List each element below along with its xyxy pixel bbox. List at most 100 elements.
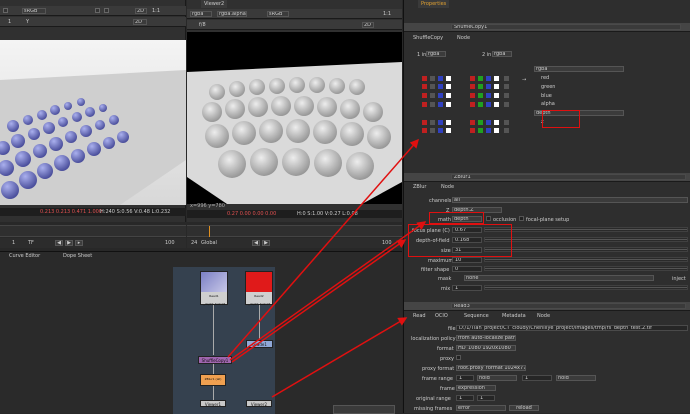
in2-dropdown[interactable]: rgba — [492, 51, 512, 57]
mode-2d-dropdown[interactable]: 2D — [135, 8, 147, 14]
node-viewer1[interactable]: Viewer1 — [200, 400, 226, 407]
filter-slider[interactable] — [484, 266, 688, 271]
node-read2[interactable]: Read2 _depth_test.tif — [245, 271, 273, 306]
zoom-label-right[interactable]: 1:1 — [383, 12, 391, 17]
file-input[interactable]: D:/1/Tian_project/CT_cloudy/Chenlliye_pr… — [456, 325, 688, 331]
hsv-readout-right: H:0 S:1.00 V:0.27 L:0.08 — [297, 211, 358, 217]
play-button-right[interactable]: ▶ — [262, 240, 270, 246]
fps-label[interactable]: 24 — [191, 241, 197, 246]
node-viewer2-label: Viewer2 — [250, 402, 268, 407]
timeline-left[interactable] — [0, 225, 186, 237]
read3-node-name[interactable]: Read3 — [451, 303, 686, 309]
shuffle-header: ShuffleCopy1 — [404, 23, 690, 32]
mask-dropdown[interactable]: none — [464, 275, 654, 281]
gamma-icon[interactable] — [104, 8, 109, 13]
mode-dropdown-right[interactable]: 2D — [362, 22, 374, 28]
node-shuffle[interactable]: ShuffleCopy1 — [198, 356, 232, 364]
size-slider[interactable] — [484, 247, 688, 252]
focal-setup-checkbox[interactable] — [519, 216, 524, 221]
maximum-slider[interactable] — [484, 257, 688, 262]
alpha-dropdown[interactable]: rgba.alpha — [217, 11, 247, 17]
missing-frames-dropdown[interactable]: error — [456, 405, 506, 411]
next-frame-button[interactable]: ▸ — [75, 240, 83, 246]
proxy-format-label: proxy format — [422, 366, 455, 372]
tab-viewer2[interactable]: Viewer2 — [201, 0, 228, 8]
out-alpha: alpha — [541, 101, 555, 107]
node-viewer2[interactable]: Viewer2 — [246, 400, 272, 407]
mix-slider[interactable] — [484, 285, 688, 290]
original-range-start[interactable]: 1 — [456, 395, 474, 401]
fstop-label[interactable]: f/8 — [199, 23, 206, 28]
node-graph-panel[interactable]: Curve Editor Dope Sheet Read1 _depth_tes… — [0, 251, 402, 414]
tab-shuffle-node[interactable]: Node — [454, 34, 473, 42]
proxy-format-dropdown[interactable]: root.proxy_format 1024x778 — [456, 365, 526, 371]
gain-icon[interactable] — [95, 8, 100, 13]
out-green: green — [541, 84, 556, 90]
viewer-left-toolbar-2: Y 1 2D — [0, 17, 186, 27]
frame-dropdown[interactable]: expression — [456, 385, 496, 391]
tf-label[interactable]: TF — [28, 241, 34, 246]
channels-dropdown-zblur[interactable]: all — [452, 197, 688, 203]
tab-read-node[interactable]: Node — [534, 312, 553, 320]
zblur-node-name[interactable]: ZBlur1 — [451, 174, 686, 180]
in1-dropdown[interactable]: rgba — [426, 51, 446, 57]
tab-curve-editor[interactable]: Curve Editor — [6, 252, 43, 260]
format-dropdown[interactable]: HD_1080 1920x1080 — [456, 345, 516, 351]
start-frame[interactable]: 1 — [12, 241, 15, 246]
node-shuffle-label: ShuffleCopy1 — [201, 358, 229, 363]
checker-label: Y — [26, 19, 30, 25]
dof-slider[interactable] — [484, 237, 688, 242]
reload-button[interactable]: reload — [509, 405, 539, 411]
frame-input[interactable]: 1 — [8, 20, 11, 25]
tab-ocio[interactable]: OCIO — [432, 312, 451, 320]
proxy-checkbox[interactable] — [456, 355, 461, 360]
tab-read[interactable]: Read — [410, 312, 429, 320]
filter-input[interactable]: 0 — [452, 266, 482, 272]
frame-range-mode-a[interactable]: hold — [477, 375, 517, 381]
node-zblur[interactable]: ZBlur1 (all) — [200, 374, 226, 386]
out-layer-dropdown[interactable]: rgba — [534, 66, 624, 72]
prev-frame-button[interactable]: ◀ — [55, 240, 63, 246]
proxy-label: proxy — [440, 356, 454, 362]
frame-range-label: frame range — [422, 376, 453, 382]
tab-shufflecopy[interactable]: ShuffleCopy — [410, 34, 446, 42]
zoom-label[interactable]: 1:1 — [152, 9, 160, 14]
tab-metadata[interactable]: Metadata — [499, 312, 529, 320]
global-label[interactable]: Global — [201, 241, 217, 246]
mix-input[interactable]: 1 — [452, 285, 482, 291]
node-read1[interactable]: Read1 _depth_test.tif — [200, 271, 228, 306]
tab-properties[interactable]: Properties — [418, 0, 450, 8]
occlusion-checkbox[interactable] — [486, 216, 491, 221]
tab-zblur-node[interactable]: Node — [438, 183, 457, 191]
inject-label: inject — [672, 276, 686, 282]
edge-read2 — [259, 305, 260, 340]
mode-dropdown[interactable]: 2D — [133, 19, 147, 25]
localization-dropdown[interactable]: from auto-localize path — [456, 335, 516, 341]
node-grade[interactable]: Grade1 — [246, 340, 273, 348]
end-frame-right[interactable]: 100 — [382, 241, 392, 246]
shuffle-node-name[interactable]: ShuffleCopy1 — [451, 24, 681, 30]
frame-range-mode-b[interactable]: hold — [556, 375, 596, 381]
hsv-readout: H:240 S:0.56 V:0.48 L:0.232 — [100, 209, 171, 215]
end-frame[interactable]: 100 — [165, 241, 175, 246]
playhead[interactable] — [209, 226, 210, 237]
tab-zblur[interactable]: ZBlur — [410, 183, 429, 191]
tab-dope-sheet[interactable]: Dope Sheet — [60, 252, 95, 260]
original-range-label: original range — [416, 396, 451, 402]
maximum-input[interactable]: 10 — [452, 257, 482, 263]
frame-range-end[interactable]: 1 — [522, 375, 552, 381]
play-button[interactable]: ▶ — [65, 240, 73, 246]
tab-sequence[interactable]: Sequence — [461, 312, 492, 320]
eye-icon[interactable] — [3, 8, 8, 13]
timeline-right[interactable] — [187, 225, 402, 237]
original-range-end[interactable]: 1 — [477, 395, 495, 401]
prev-button-right[interactable]: ◀ — [252, 240, 260, 246]
channels-dropdown[interactable]: rgba — [190, 11, 212, 17]
frame-range-start[interactable]: 1 — [456, 375, 474, 381]
focus-slider[interactable] — [484, 227, 688, 232]
node-grade-label: Grade1 — [252, 342, 267, 347]
shuffle-matrix[interactable]: → — [414, 60, 534, 135]
colorspace-dropdown-right[interactable]: sRGB — [267, 11, 289, 17]
render-view-spheres — [0, 40, 186, 205]
colorspace-dropdown[interactable]: sRGB — [22, 8, 46, 14]
